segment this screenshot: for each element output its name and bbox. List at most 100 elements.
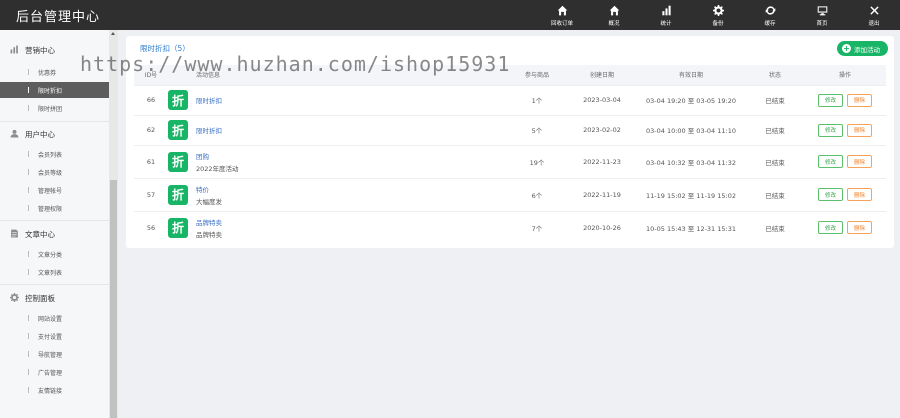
delete-button[interactable]: 删除 [847,93,872,107]
edit-button[interactable]: 修改 [818,155,843,168]
sidebar-item-navigation[interactable]: 导航管理 [0,346,109,362]
sidebar-item-label: 限时折扣 [38,87,63,95]
sidebar-group-marketing[interactable]: 营销中心 [10,45,55,56]
sidebar-item-flash-discount[interactable]: 限时折扣 [0,82,109,98]
activity-name-link[interactable]: 限时折扣 [196,95,222,105]
top-nav-statistics[interactable]: 统计 [640,0,692,30]
sidebar-item-label: 导航管理 [38,351,63,359]
top-nav-label: 概况 [608,21,620,27]
user-icon [10,129,25,140]
top-nav-overview[interactable]: 概况 [588,0,640,30]
delete-button[interactable]: 删除 [847,123,872,137]
sidebar-item-label: 优惠券 [38,69,57,77]
sidebar-group-control-panel[interactable]: 控制面板 [10,293,55,304]
top-nav-recycle-orders[interactable]: 回收订单 [536,0,588,30]
cell-id: 62 [134,114,168,145]
refresh-icon [765,3,776,17]
sidebar-item-label: 支付设置 [38,333,63,341]
add-activity-button[interactable]: + 添加活动 [837,41,888,56]
sidebar-item-site-settings[interactable]: 网站设置 [0,310,109,326]
sidebar-item-admin-accounts[interactable]: 管理帐号 [0,182,109,198]
cell-goods: 5个 [506,114,568,145]
table-row: 61 折团购 2022年度活动 19个 2022-11-23 03-04 10:3… [134,144,886,178]
sidebar-item-label: 网站设置 [38,315,63,323]
page-title: 限时折扣（5） [140,44,190,53]
cell-valid: 03-04 10:00 至 03-04 11:10 [636,114,746,145]
top-nav-label: 统计 [660,21,672,27]
delete-button[interactable]: 删除 [847,221,872,235]
top-nav-label: 首页 [816,21,828,27]
sidebar-item-article-categories[interactable]: 文章分类 [0,246,109,262]
sidebar-group-title: 用户中心 [25,130,55,139]
activity-name-link[interactable]: 限时折扣 [196,125,222,135]
delete-button[interactable]: 删除 [847,188,872,201]
home-icon [609,3,620,17]
cell-status: 已结束 [746,210,804,244]
sidebar-item-friend-links[interactable]: 友情链接 [0,382,109,398]
column-header-valid: 有效日期 [678,72,703,80]
sidebar-scrollbar[interactable] [109,30,118,418]
cell-status: 已结束 [746,114,804,145]
app-title: 后台管理中心 [16,10,101,25]
column-header-info: 活动信息 [196,72,221,80]
sidebar-item-member-level[interactable]: 会员等级 [0,164,109,180]
sidebar-divider [0,220,109,221]
sidebar-item-payment-settings[interactable]: 支付设置 [0,328,109,344]
top-nav-homepage[interactable]: 首页 [796,0,848,30]
cell-id: 57 [134,177,168,211]
sidebar-item-admin-permissions[interactable]: 管理权限 [0,200,109,216]
activity-name-link[interactable]: 品牌特卖 [196,217,222,227]
discount-badge-icon: 折 [168,217,188,238]
cell-valid: 11-19 15:02 至 11-19 15:02 [636,177,746,211]
activity-desc: 品牌特卖 [196,230,222,239]
edit-button[interactable]: 修改 [818,93,843,107]
cell-id: 66 [134,84,168,115]
discount-badge-icon: 折 [168,90,188,110]
close-icon [869,3,880,17]
edit-button[interactable]: 修改 [818,188,843,201]
cell-status: 已结束 [746,84,804,115]
top-nav-logout[interactable]: 退出 [848,0,900,30]
sidebar-item-group-buy[interactable]: 限时拼团 [0,100,109,116]
top-nav-label: 退出 [868,21,880,27]
cell-status: 已结束 [746,177,804,211]
table-header: ID号 活动信息 参与商品 创建日期 有效日期 状态 操作 [134,65,886,85]
edit-button[interactable]: 修改 [818,123,843,137]
sidebar-item-member-list[interactable]: 会员列表 [0,146,109,162]
cell-created: 2023-03-04 [568,84,636,115]
sidebar-divider [0,121,109,122]
cell-id: 56 [134,210,168,244]
sidebar-item-article-list[interactable]: 文章列表 [0,264,109,280]
top-nav-label: 回收订单 [550,21,573,27]
top-nav-cache[interactable]: 缓存 [744,0,796,30]
activity-name-link[interactable]: 特价 [196,184,222,194]
top-nav-backup[interactable]: 备份 [692,0,744,30]
gear-icon [10,293,25,304]
sidebar-group-title: 控制面板 [25,294,55,303]
bar-chart-icon [10,45,25,56]
sidebar-item-coupons[interactable]: 优惠券 [0,64,109,80]
activity-name-link[interactable]: 团购 [196,151,239,161]
column-header-goods: 参与商品 [524,72,549,80]
plus-icon: + [842,44,851,53]
scrollbar-thumb[interactable] [110,180,117,418]
sidebar-item-ads[interactable]: 广告管理 [0,364,109,380]
activity-desc: 2022年度活动 [196,164,239,173]
sidebar-group-users[interactable]: 用户中心 [10,129,55,140]
cell-valid: 03-04 10:32 至 03-04 11:32 [636,144,746,178]
sidebar-item-label: 会员等级 [38,169,63,177]
gear-icon [712,3,724,17]
main-panel: 限时折扣（5） + 添加活动 ID号 活动信息 参与商品 创建日期 有效日期 状… [126,36,894,248]
delete-button[interactable]: 删除 [847,155,872,168]
sidebar-divider [0,284,109,285]
top-bar: 后台管理中心 回收订单 概况 统计 备份 缓存 首页 退出 [0,0,900,30]
cell-created: 2022-11-19 [568,177,636,211]
edit-button[interactable]: 修改 [818,221,843,235]
home-icon [557,3,568,17]
sidebar-item-label: 限时拼团 [38,105,63,113]
sidebar-group-articles[interactable]: 文章中心 [10,229,55,240]
sidebar-item-label: 文章列表 [38,269,63,277]
scroll-up-icon[interactable] [111,32,115,35]
top-nav: 回收订单 概况 统计 备份 缓存 首页 退出 [536,0,900,30]
top-nav-label: 备份 [712,21,724,27]
